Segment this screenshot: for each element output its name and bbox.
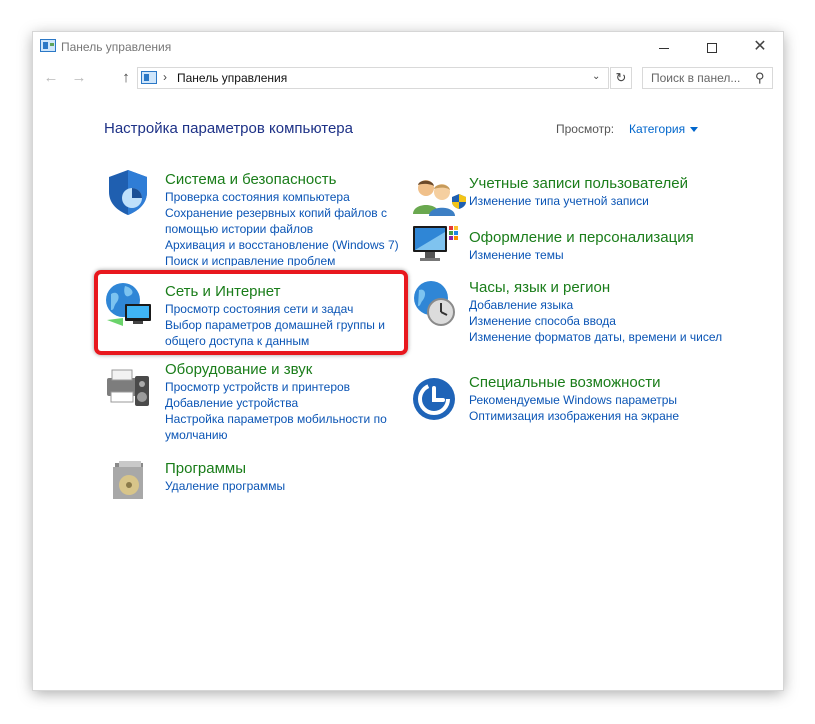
control-panel-icon (40, 39, 56, 52)
monitor-palette-icon[interactable] (411, 222, 459, 266)
minimize-button[interactable] (641, 32, 687, 62)
uac-shield-icon (452, 194, 466, 209)
category-title-user-accounts[interactable]: Учетные записи пользователей (469, 174, 739, 193)
chevron-down-icon: ⌄ (592, 71, 601, 82)
arrow-right-icon: → (71, 69, 87, 86)
link-change-date-formats[interactable]: Изменение форматов даты, времени и чисел (469, 329, 739, 345)
window-title: Панель управления (61, 40, 172, 54)
link-devices-printers[interactable]: Просмотр устройств и принтеров (165, 379, 405, 395)
arrow-up-icon: ↑ (122, 69, 130, 86)
search-box[interactable]: ⚲ (642, 67, 773, 89)
forward-button[interactable]: → (69, 69, 89, 86)
category-title-system-security[interactable]: Система и безопасность (165, 170, 405, 189)
category-title-programs[interactable]: Программы (165, 459, 405, 478)
view-by-value: Категория (629, 122, 686, 136)
search-input[interactable] (643, 68, 759, 88)
address-bar[interactable]: › Панель управления ⌄ (137, 67, 609, 89)
link-mobility-settings[interactable]: Настройка параметров мобильности по умол… (165, 411, 405, 443)
link-change-account-type[interactable]: Изменение типа учетной записи (452, 193, 722, 209)
link-check-computer-status[interactable]: Проверка состояния компьютера (165, 189, 405, 205)
category-title-hardware-sound[interactable]: Оборудование и звук (165, 360, 405, 379)
category-appearance-personalization: Оформление и персонализация Изменение те… (469, 228, 749, 263)
category-programs: Программы Удаление программы (165, 459, 405, 494)
printer-speaker-icon[interactable] (103, 362, 155, 410)
link-backup-restore[interactable]: Архивация и восстановление (Windows 7) (165, 237, 405, 253)
link-troubleshoot[interactable]: Поиск и исправление проблем (165, 253, 405, 266)
up-button[interactable]: ↑ (116, 69, 136, 86)
link-recommended-settings[interactable]: Рекомендуемые Windows параметры (469, 392, 739, 408)
link-add-device[interactable]: Добавление устройства (165, 395, 405, 411)
link-optimize-display[interactable]: Оптимизация изображения на экране (469, 408, 739, 424)
minimize-icon (659, 47, 669, 49)
link-change-account-type-label: Изменение типа учетной записи (469, 194, 649, 208)
title-bar[interactable]: Панель управления ✕ (33, 32, 783, 62)
close-button[interactable]: ✕ (737, 32, 783, 62)
close-icon: ✕ (753, 38, 767, 55)
link-add-language[interactable]: Добавление языка (469, 297, 739, 313)
link-change-input-method[interactable]: Изменение способа ввода (469, 313, 739, 329)
breadcrumb-separator-icon: › (163, 70, 167, 84)
address-dropdown-button[interactable]: ⌄ (592, 71, 600, 82)
shield-icon[interactable] (105, 168, 151, 216)
dropdown-arrow-icon (690, 127, 699, 133)
control-panel-icon (141, 71, 157, 84)
category-title-clock-language-region[interactable]: Часы, язык и регион (469, 278, 739, 297)
category-system-security: Система и безопасность Проверка состояни… (165, 170, 405, 266)
maximize-button[interactable] (689, 32, 735, 62)
control-panel-window: Панель управления ✕ ← → ↑ › Панель управ… (33, 32, 783, 690)
programs-icon[interactable] (109, 459, 149, 503)
arrow-left-icon: ← (43, 69, 59, 86)
view-by-label: Просмотр: (556, 122, 615, 136)
view-by-dropdown[interactable]: Категория (629, 122, 699, 136)
back-button[interactable]: ← (41, 69, 61, 86)
category-ease-of-access: Специальные возможности Рекомендуемые Wi… (469, 373, 739, 424)
category-clock-language-region: Часы, язык и регион Добавление языка Изм… (469, 278, 739, 345)
link-file-history-backup[interactable]: Сохранение резервных копий файлов с помо… (165, 205, 405, 237)
search-icon[interactable]: ⚲ (755, 70, 765, 86)
category-user-accounts: Учетные записи пользователей Изменение т… (452, 174, 739, 209)
link-uninstall-program[interactable]: Удаление программы (165, 478, 405, 494)
link-change-theme[interactable]: Изменение темы (469, 247, 749, 263)
breadcrumb-control-panel[interactable]: Панель управления (177, 71, 287, 85)
category-hardware-sound: Оборудование и звук Просмотр устройств и… (165, 360, 405, 443)
clock-globe-icon[interactable] (411, 278, 461, 328)
ease-of-access-icon[interactable] (411, 376, 457, 422)
refresh-icon: ↻ (615, 70, 627, 85)
category-title-ease-of-access[interactable]: Специальные возможности (469, 373, 739, 392)
refresh-button[interactable]: ↻ (610, 67, 632, 89)
highlight-box (94, 270, 408, 355)
category-title-appearance-personalization[interactable]: Оформление и персонализация (469, 228, 749, 247)
maximize-icon (707, 43, 717, 54)
users-icon[interactable] (411, 176, 457, 216)
page-title: Настройка параметров компьютера (104, 120, 353, 137)
